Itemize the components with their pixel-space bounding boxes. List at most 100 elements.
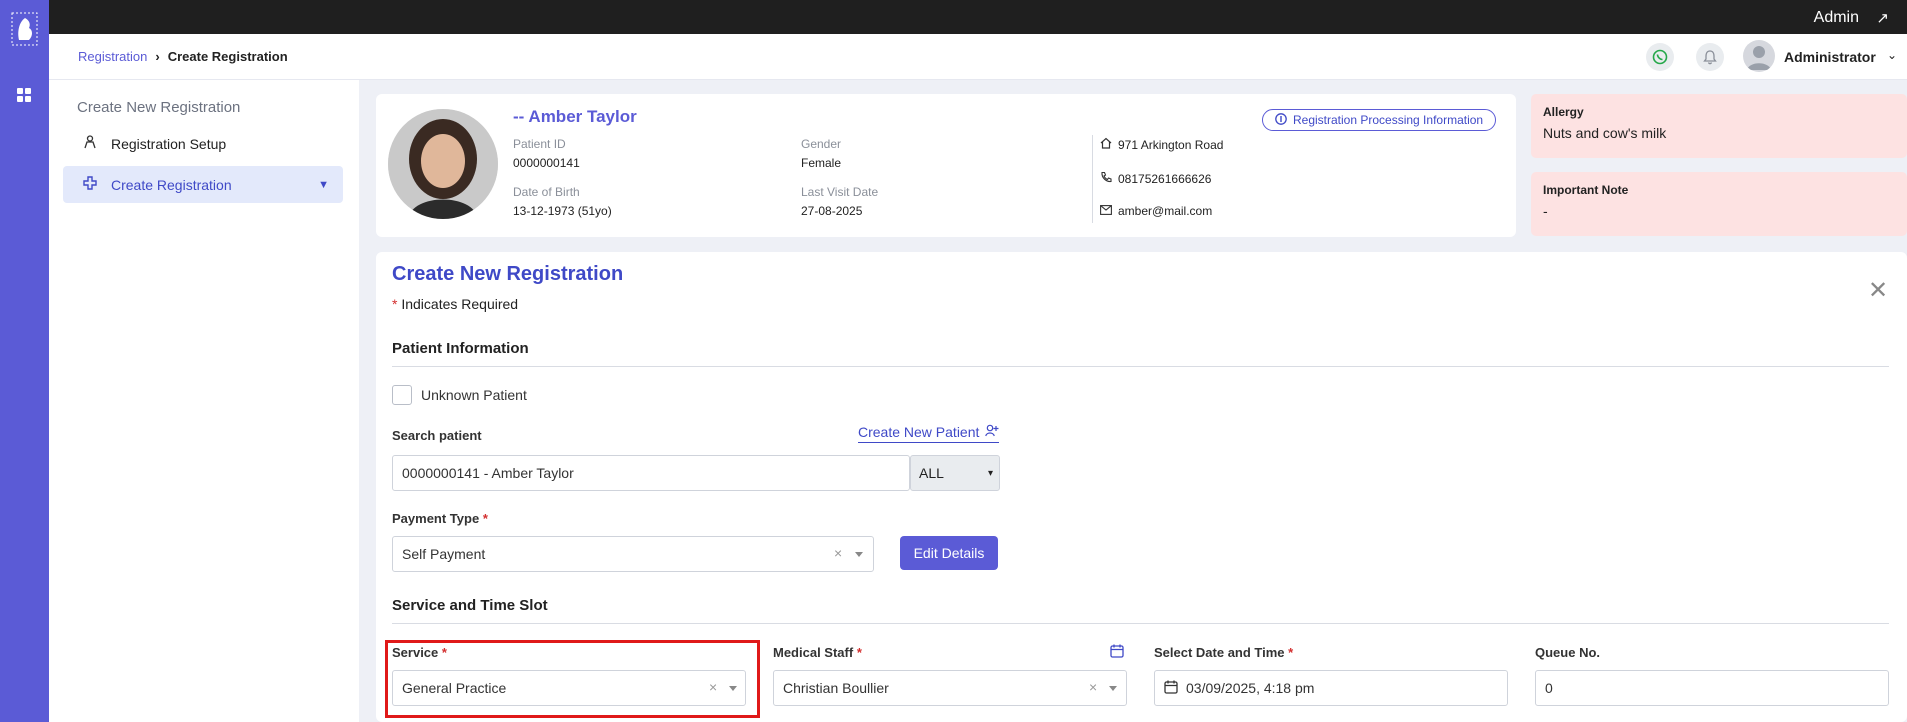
registration-form: Create New Registration * Indicates Requ…: [376, 252, 1907, 722]
patient-photo: [388, 109, 498, 219]
phone-value: 08175261666626: [1118, 171, 1212, 186]
calendar-icon: [1164, 680, 1178, 697]
medical-staff-select[interactable]: Christian Boullier: [773, 670, 1127, 706]
payment-type-select[interactable]: Self Payment: [392, 536, 874, 572]
important-note-card: Important Note -: [1531, 172, 1907, 236]
avatar[interactable]: [1743, 40, 1775, 72]
calendar-icon[interactable]: [1110, 644, 1124, 663]
role-label: Admin: [1813, 9, 1859, 26]
chevron-down-icon[interactable]: ⌄: [1887, 48, 1897, 62]
patient-name: -- Amber Taylor: [513, 107, 637, 126]
divider: [392, 623, 1889, 624]
sidebar-item-label: Registration Setup: [111, 135, 227, 152]
payment-type-label-text: Payment Type: [392, 511, 480, 526]
datetime-label-text: Select Date and Time: [1154, 645, 1285, 660]
queue-label: Queue No.: [1535, 645, 1601, 660]
important-note-value: -: [1543, 203, 1548, 219]
last-visit-label: Last Visit Date: [801, 185, 879, 199]
notification-bell-icon[interactable]: [1696, 43, 1724, 71]
sidebar-title: Create New Registration: [77, 99, 241, 116]
breadcrumb-separator-icon: ›: [155, 49, 160, 64]
clear-icon[interactable]: ×: [1089, 679, 1097, 695]
phone-icon: [1100, 171, 1112, 186]
patient-summary-card: -- Amber Taylor Patient ID 0000000141 Ge…: [376, 94, 1516, 237]
search-patient-input[interactable]: 0000000141 - Amber Taylor: [392, 455, 910, 491]
service-select[interactable]: General Practice: [392, 670, 746, 706]
info-icon: [1275, 112, 1287, 128]
breadcrumb: Registration › Create Registration: [78, 49, 288, 64]
required-asterisk: *: [856, 645, 862, 660]
service-time-heading: Service and Time Slot: [392, 597, 548, 614]
whatsapp-icon[interactable]: [1646, 43, 1674, 71]
datetime-label: Select Date and Time *: [1154, 645, 1293, 660]
app-rail: [0, 0, 49, 722]
dob-value: 13-12-1973 (51yo): [513, 204, 612, 218]
medical-staff-label-text: Medical Staff: [773, 645, 854, 660]
sidebar-item-registration-setup[interactable]: Registration Setup: [63, 125, 343, 162]
edit-details-button[interactable]: Edit Details: [900, 536, 998, 570]
service-label-text: Service: [392, 645, 439, 660]
clear-icon[interactable]: ×: [709, 679, 717, 695]
phone: 08175261666626: [1100, 171, 1211, 186]
close-icon[interactable]: ✕: [1868, 276, 1888, 305]
allergy-card: Allergy Nuts and cow's milk: [1531, 94, 1907, 158]
sidebar: Create New Registration Registration Set…: [49, 80, 359, 722]
required-asterisk: *: [1288, 645, 1294, 660]
important-note-label: Important Note: [1543, 183, 1629, 197]
caret-down-icon[interactable]: [729, 686, 737, 691]
address: 971 Arkington Road: [1100, 137, 1223, 152]
header: Registration › Create Registration Admin…: [49, 34, 1907, 80]
email: amber@mail.com: [1100, 204, 1212, 218]
registration-processing-info-button[interactable]: Registration Processing Information: [1262, 109, 1497, 131]
gender-label: Gender: [801, 137, 842, 151]
create-new-patient-text: Create New Patient: [858, 424, 980, 440]
gender-value: Female: [801, 156, 842, 170]
divider: [392, 366, 1889, 367]
app-logo-icon[interactable]: [11, 12, 38, 46]
home-icon: [1100, 137, 1112, 152]
apps-grid-icon[interactable]: [17, 88, 31, 102]
sidebar-item-label: Create Registration: [111, 176, 232, 193]
payment-type-value: Self Payment: [402, 546, 486, 562]
queue-input[interactable]: 0: [1535, 670, 1889, 706]
required-note: * Indicates Required: [392, 296, 518, 312]
person-icon: [83, 135, 97, 152]
search-filter-select[interactable]: ALL ▾: [910, 455, 1000, 491]
breadcrumb-registration[interactable]: Registration: [78, 49, 147, 64]
service-label: Service *: [392, 645, 447, 660]
top-bar: Admin ↗: [49, 0, 1907, 34]
datetime-value: 03/09/2025, 4:18 pm: [1186, 680, 1315, 696]
chevron-down-icon: ▾: [987, 467, 993, 479]
caret-down-icon[interactable]: [1109, 686, 1117, 691]
medical-staff-label: Medical Staff *: [773, 645, 862, 660]
required-asterisk: *: [392, 296, 398, 312]
processing-info-label: Registration Processing Information: [1293, 113, 1484, 127]
required-asterisk: *: [441, 645, 447, 660]
allergy-label: Allergy: [1543, 105, 1584, 119]
payment-type-label: Payment Type *: [392, 511, 488, 526]
last-visit-value: 27-08-2025: [801, 204, 863, 218]
patient-id-value: 0000000141: [513, 156, 580, 170]
search-patient-label: Search patient: [392, 428, 482, 443]
service-value: General Practice: [402, 680, 507, 696]
address-value: 971 Arkington Road: [1118, 137, 1224, 152]
patient-info-heading: Patient Information: [392, 340, 529, 357]
patient-id-label: Patient ID: [513, 137, 566, 151]
add-user-icon: [985, 424, 999, 440]
divider: [1092, 135, 1093, 223]
email-value: amber@mail.com: [1118, 204, 1213, 218]
caret-down-icon[interactable]: [855, 552, 863, 557]
datetime-input[interactable]: 03/09/2025, 4:18 pm: [1154, 670, 1508, 706]
mail-icon: [1100, 204, 1112, 218]
clear-icon[interactable]: ×: [834, 545, 842, 561]
chevron-down-icon[interactable]: ▼: [318, 179, 329, 191]
search-filter-value: ALL: [919, 465, 944, 481]
unknown-patient-checkbox[interactable]: [392, 385, 412, 405]
create-new-patient-link[interactable]: Create New Patient: [858, 424, 1000, 443]
username[interactable]: Administrator: [1784, 49, 1876, 65]
external-link-icon[interactable]: ↗: [1876, 9, 1889, 27]
sidebar-item-create-registration[interactable]: Create Registration ▼: [63, 166, 343, 203]
required-asterisk: *: [482, 511, 488, 526]
form-title: Create New Registration: [392, 263, 624, 285]
required-note-text: Indicates Required: [401, 296, 519, 312]
